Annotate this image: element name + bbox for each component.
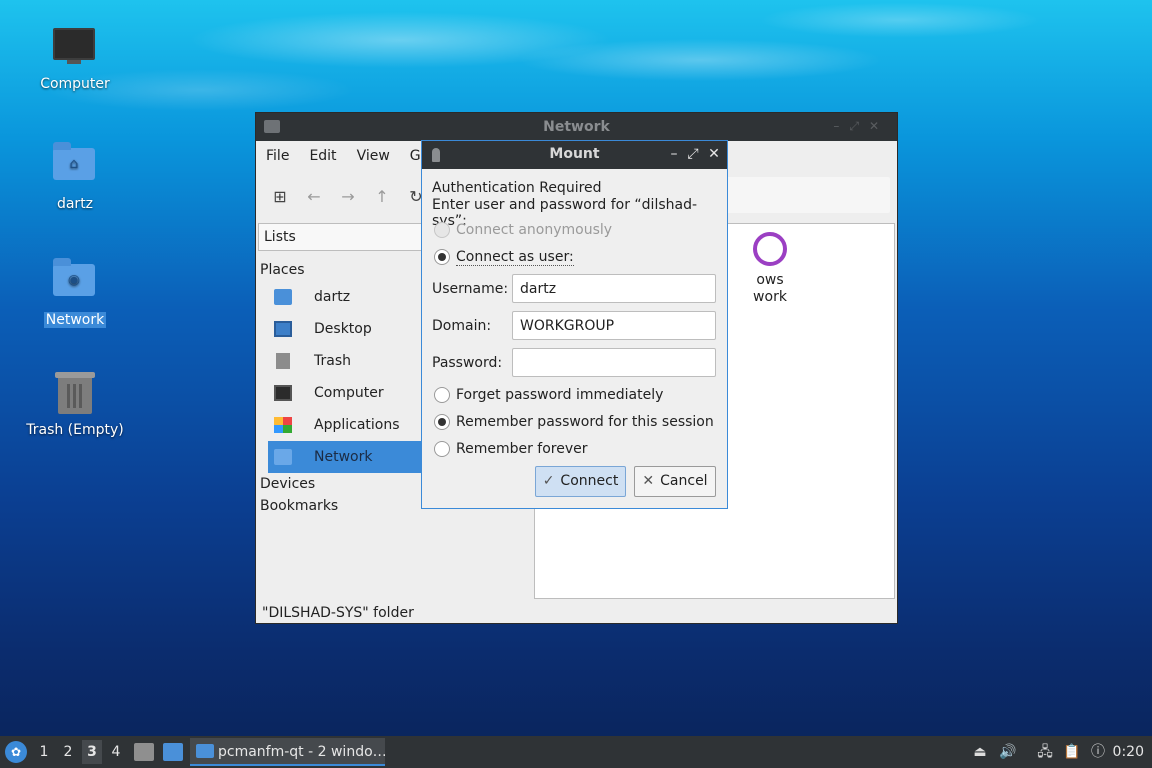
forget-password-radio[interactable]: Forget password immediately	[434, 385, 663, 405]
radio-indicator	[434, 441, 450, 457]
desktop-icon	[274, 321, 292, 337]
desktop-icon-label: Computer	[40, 76, 110, 92]
task-label: pcmanfm-qt - 2 windo…	[218, 744, 385, 760]
network-icon	[274, 449, 292, 465]
domain-label: Domain:	[432, 318, 492, 334]
desktop-icon-label: dartz	[56, 196, 94, 212]
maximize-icon[interactable]: ⤢	[686, 146, 700, 162]
place-label: Applications	[314, 417, 400, 433]
radio-label: Connect as user:	[456, 249, 574, 266]
network-item-label-line2: work	[753, 289, 787, 305]
new-window-icon[interactable]: ⊞	[270, 187, 290, 207]
eject-icon[interactable]: ⏏	[970, 742, 990, 762]
checkmark-icon: ✓	[542, 473, 555, 489]
username-label: Username:	[432, 281, 509, 297]
taskbar-task-pcmanfm[interactable]: pcmanfm-qt - 2 windo…	[190, 738, 385, 766]
desktop-icon-computer[interactable]: Computer	[20, 22, 130, 92]
desktop-icon-label: Trash (Empty)	[26, 422, 124, 438]
place-item-trash[interactable]: Trash	[268, 345, 438, 377]
computer-icon	[53, 28, 97, 72]
radio-indicator	[434, 414, 450, 430]
radio-indicator	[434, 222, 450, 238]
place-label: dartz	[314, 289, 351, 305]
desktop-icon-trash[interactable]: Trash (Empty)	[20, 372, 130, 438]
remember-forever-radio[interactable]: Remember forever	[434, 439, 588, 459]
desktop-icon-network[interactable]: ◉ Network	[20, 256, 130, 328]
username-field[interactable]	[512, 274, 716, 303]
remember-session-radio[interactable]: Remember password for this session	[434, 412, 714, 432]
close-icon[interactable]: ✕	[707, 146, 721, 162]
window-controls[interactable]: –⤢✕	[833, 119, 889, 134]
forward-arrow-icon[interactable]: →	[338, 187, 358, 207]
file-manager-titlebar[interactable]: Network –⤢✕	[256, 113, 897, 141]
place-item-network[interactable]: Network	[268, 441, 438, 473]
back-arrow-icon[interactable]: ←	[304, 187, 324, 207]
show-desktop-icon[interactable]	[163, 743, 183, 761]
cancel-button[interactable]: ✕ Cancel	[634, 466, 716, 497]
cancel-x-icon: ✕	[642, 473, 655, 489]
up-arrow-icon[interactable]: ↑	[372, 187, 392, 207]
menu-edit[interactable]: Edit	[299, 141, 346, 164]
applications-icon	[274, 417, 292, 433]
status-bar: "DILSHAD-SYS" folder	[262, 605, 414, 621]
place-item-home[interactable]: dartz	[268, 281, 438, 313]
workspace-1[interactable]: 1	[34, 744, 54, 760]
place-label: Computer	[314, 385, 384, 401]
place-item-desktop[interactable]: Desktop	[268, 313, 438, 345]
radio-label: Remember password for this session	[456, 414, 714, 430]
radio-indicator	[434, 249, 450, 265]
dialog-title: Mount	[549, 146, 600, 162]
folder-icon	[196, 744, 214, 758]
network-folder-icon: ◉	[53, 258, 97, 308]
domain-field[interactable]	[512, 311, 716, 340]
menu-view[interactable]: View	[347, 141, 400, 164]
file-manager-launcher-icon[interactable]	[134, 743, 154, 761]
clock[interactable]: 0:20	[1113, 744, 1144, 760]
window-title: Network	[543, 119, 610, 135]
network-tray-icon[interactable]: 🖧	[1035, 742, 1055, 762]
minimize-icon[interactable]: –	[667, 146, 681, 162]
clipboard-icon[interactable]: 📋	[1062, 742, 1082, 762]
dialog-titlebar[interactable]: Mount – ⤢ ✕	[422, 141, 727, 169]
path-bar[interactable]	[726, 177, 890, 213]
mount-dialog: Mount – ⤢ ✕ Authentication Required Ente…	[421, 140, 728, 509]
radio-label: Connect anonymously	[456, 222, 613, 238]
network-share-item[interactable]: ows work	[715, 232, 825, 306]
cancel-button-label: Cancel	[660, 473, 708, 489]
workspace-2[interactable]: 2	[58, 744, 78, 760]
trash-icon	[276, 353, 290, 369]
password-label: Password:	[432, 355, 503, 371]
radio-label: Remember forever	[456, 441, 588, 457]
desktop-icon-label: Network	[43, 312, 107, 328]
password-field[interactable]	[512, 348, 716, 377]
start-menu-icon[interactable]: ✿	[5, 741, 27, 763]
windows-network-icon	[753, 232, 787, 266]
desktop-icon-home[interactable]: ⌂ dartz	[20, 140, 130, 212]
notification-icon[interactable]: ⓘ	[1088, 742, 1108, 762]
place-label: Trash	[314, 353, 351, 369]
home-folder-icon: ⌂	[53, 142, 97, 192]
connect-as-user-radio[interactable]: Connect as user:	[434, 247, 574, 267]
connect-anonymously-radio[interactable]: Connect anonymously	[434, 220, 612, 240]
volume-icon[interactable]: 🔊	[998, 742, 1018, 762]
side-pane-mode-select[interactable]: Lists	[258, 223, 426, 251]
home-folder-icon	[274, 289, 292, 305]
place-label: Network	[314, 449, 373, 465]
trash-icon	[53, 372, 97, 418]
place-label: Desktop	[314, 321, 372, 337]
auth-required-heading: Authentication Required	[432, 180, 602, 196]
computer-icon	[274, 385, 292, 401]
network-item-label-line1: ows	[756, 272, 784, 288]
connect-button[interactable]: ✓ Connect	[535, 466, 626, 497]
workspace-4[interactable]: 4	[106, 744, 126, 760]
taskbar: ✿ 1 2 3 4 pcmanfm-qt - 2 windo… ⏏ 🔊 🖧 📋 …	[0, 736, 1152, 768]
radio-label: Forget password immediately	[456, 387, 664, 403]
connect-button-label: Connect	[560, 473, 619, 489]
place-item-applications[interactable]: Applications	[268, 409, 438, 441]
radio-indicator	[434, 387, 450, 403]
menu-file[interactable]: File	[256, 141, 299, 164]
workspace-3[interactable]: 3	[82, 740, 102, 764]
place-item-computer[interactable]: Computer	[268, 377, 438, 409]
